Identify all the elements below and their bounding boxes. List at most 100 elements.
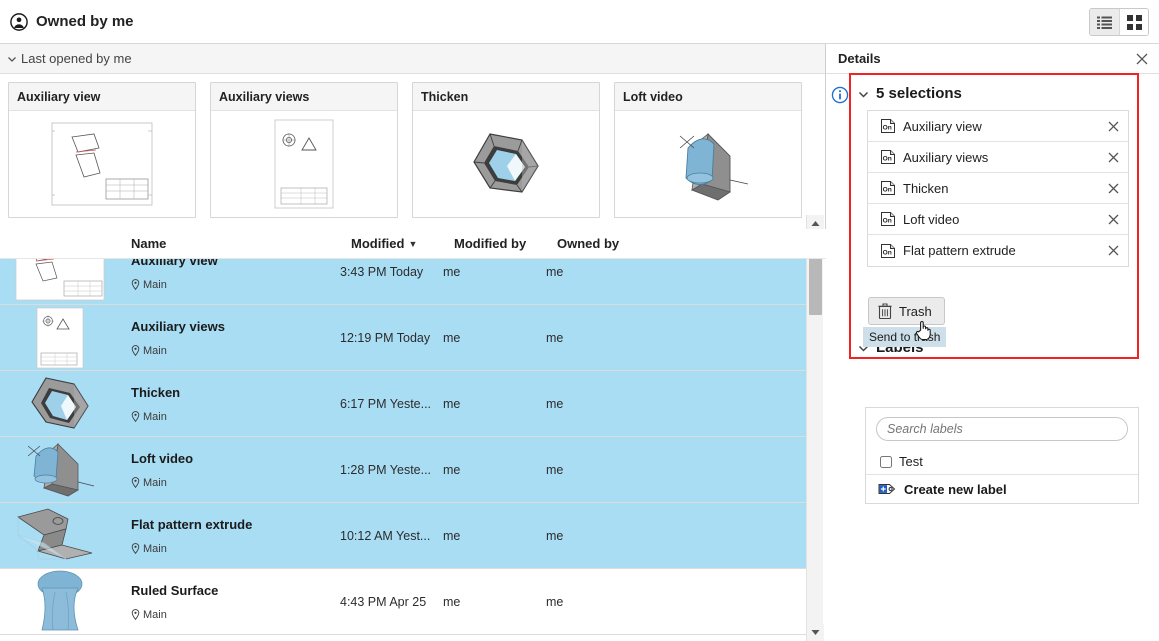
remove-selection-icon[interactable] [1107,244,1120,257]
label-checkbox[interactable] [880,455,892,468]
label-name: Test [899,454,923,469]
column-header-modified-label: Modified [351,236,405,251]
label-row-test[interactable]: Test [866,449,1138,475]
column-header-owned-by[interactable]: Owned by [557,236,677,251]
recent-card[interactable]: Auxiliary views [210,82,398,218]
scrollbar-thumb[interactable] [809,255,822,315]
row-thumbnail [0,569,120,635]
row-name-cell: Thicken Main [120,385,340,423]
list-item[interactable]: On Auxiliary view [868,111,1128,142]
row-modified-by: me [443,396,461,411]
labels-search-wrapper [866,408,1138,449]
svg-text:On: On [883,249,892,256]
documents-panel: Last opened by me Auxiliary view Auxilia… [0,44,826,641]
row-owned-by: me [546,528,564,543]
row-location: Main [131,411,340,423]
row-modified-by: me [443,594,461,609]
last-opened-section-header[interactable]: Last opened by me [0,44,825,74]
grid-view-button[interactable] [1119,9,1148,35]
row-document-name: Auxiliary view [131,259,218,268]
remove-selection-icon[interactable] [1107,120,1120,133]
row-location: Main [131,345,340,357]
page-title-group: Owned by me [10,12,134,31]
row-thumbnail [0,305,120,371]
onshape-document-icon: On [881,212,895,226]
svg-text:On: On [883,217,892,224]
row-location-label: Main [143,542,167,555]
row-name-cell: Auxiliary views Main [120,319,340,357]
list-item[interactable]: On Auxiliary views [868,142,1128,173]
table-row[interactable]: Auxiliary view Main 3:43 PM Today me me [0,259,806,305]
row-modified-by: me [443,528,461,543]
row-owned-by: me [546,594,564,609]
table-row[interactable]: Flat pattern extrude Main 10:12 AM Yest.… [0,503,806,569]
top-header-bar: Owned by me [0,0,1159,44]
row-modified: 4:43 PM Apr 25 [340,594,427,609]
selections-count-label: 5 selections [876,85,962,102]
recent-card[interactable]: Auxiliary view [8,82,196,218]
list-item[interactable]: On Loft video [868,204,1128,235]
selection-name: Auxiliary views [903,149,989,165]
recent-card-title: Auxiliary view [9,83,195,111]
details-panel: Details 5 selections On Auxiliary view O… [826,44,1159,641]
documents-list-scrollbar[interactable] [806,215,824,641]
table-row[interactable]: Loft video Main 1:28 PM Yeste... me me [0,437,806,503]
column-header-modified-by[interactable]: Modified by [454,236,557,251]
row-document-name: Flat pattern extrude [131,516,253,532]
page-title: Owned by me [36,13,134,30]
row-thumbnail [0,371,120,437]
close-icon[interactable] [1135,52,1149,66]
recent-card-title: Thicken [413,83,599,111]
recent-card-title: Auxiliary views [211,83,397,111]
row-location-label: Main [143,410,167,423]
selections-list: On Auxiliary view On Auxiliary views On … [867,110,1129,267]
table-row[interactable]: Ruled Surface Main 4:43 PM Apr 25 me me [0,569,806,635]
list-item[interactable]: On Flat pattern extrude [868,235,1128,266]
row-modified: 3:43 PM Today [340,264,424,279]
list-item[interactable]: On Thicken [868,173,1128,204]
create-new-label-button[interactable]: Create new label [866,475,1138,503]
row-thumbnail [0,503,120,569]
last-opened-label: Last opened by me [21,51,132,66]
remove-selection-icon[interactable] [1107,182,1120,195]
row-document-name: Auxiliary views [131,318,225,334]
list-view-button[interactable] [1090,9,1119,35]
column-header-name[interactable]: Name [131,236,351,251]
app-root: Owned by me Last opened by me Auxiliary … [0,0,1159,641]
svg-text:On: On [883,186,892,193]
remove-selection-icon[interactable] [1107,213,1120,226]
row-name-cell: Ruled Surface Main [120,583,340,621]
row-name-cell: Loft video Main [120,451,340,489]
table-row[interactable]: Thicken Main 6:17 PM Yeste... me me [0,371,806,437]
selection-name: Loft video [903,211,960,227]
row-name-cell: Flat pattern extrude Main [120,517,340,555]
create-new-label-text: Create new label [904,481,1007,497]
row-owned-by: me [546,396,564,411]
onshape-document-icon: On [881,119,895,133]
row-location-label: Main [143,344,167,357]
row-modified-by: me [443,264,461,279]
recent-card[interactable]: Loft video [614,82,802,218]
column-header-modified[interactable]: Modified ▼ [351,236,454,251]
selection-name: Thicken [903,180,949,196]
labels-panel: Test Create new label [865,407,1139,504]
recent-card-title: Loft video [615,83,801,111]
person-icon [10,12,28,31]
documents-table-header: Name Modified ▼ Modified by Owned by [0,229,826,259]
row-document-name: Thicken [131,384,181,400]
remove-selection-icon[interactable] [1107,151,1120,164]
row-location: Main [131,477,340,489]
row-modified: 1:28 PM Yeste... [340,462,432,477]
row-document-name: Loft video [131,450,194,466]
recent-documents-strip: Auxiliary view Auxiliary views Thicken L… [0,74,825,229]
view-mode-toggle[interactable] [1089,8,1149,36]
documents-table-body: Auxiliary view Main 3:43 PM Today me me [0,259,826,641]
row-owned-by: me [546,330,564,345]
recent-card[interactable]: Thicken [412,82,600,218]
row-modified: 10:12 AM Yest... [340,528,431,543]
selections-highlight-region: 5 selections On Auxiliary view On Auxili… [849,73,1139,359]
scroll-down-arrow-icon[interactable] [807,624,824,641]
table-row[interactable]: Auxiliary views Main 12:19 PM Today me m… [0,305,806,371]
selections-section-header[interactable]: 5 selections [857,85,1137,102]
search-labels-input[interactable] [876,417,1128,441]
